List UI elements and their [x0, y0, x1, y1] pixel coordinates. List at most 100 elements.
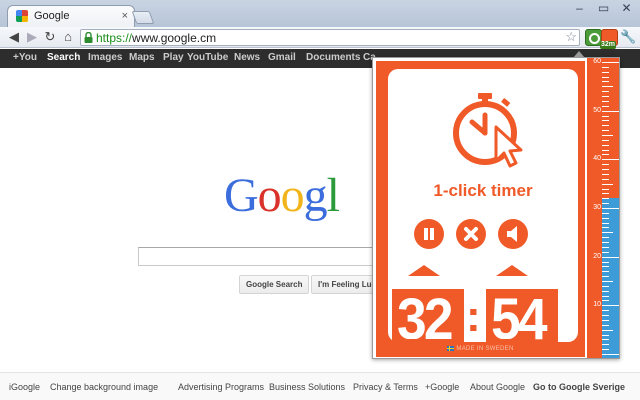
scale-label: 20 — [593, 252, 601, 260]
scale-tick — [602, 242, 609, 244]
gbar-item-news[interactable]: News — [234, 52, 260, 63]
back-icon[interactable]: ◀ — [6, 29, 22, 45]
scale-tick — [602, 105, 609, 107]
stop-button[interactable] — [456, 219, 486, 249]
scale-tick — [602, 261, 609, 263]
search-input[interactable] — [138, 247, 398, 266]
scale-tick — [602, 66, 609, 68]
browser-toolbar: ◀ ▶ ↻ ⌂ https://www.google.cm ☆ 32m 🔧 — [0, 27, 640, 49]
gbar-item-images[interactable]: Images — [88, 52, 122, 63]
gbar-item-documents[interactable]: Documents — [306, 52, 360, 63]
lock-icon — [84, 32, 93, 43]
tab-close-icon[interactable]: × — [122, 9, 128, 23]
scale-tick — [602, 354, 619, 355]
scale-label: 40 — [593, 155, 601, 163]
footer: iGoogle Change background image Advertis… — [0, 372, 640, 400]
gbar-item-you[interactable]: +You — [13, 52, 37, 63]
footer-link-plus-google[interactable]: +Google — [425, 382, 459, 392]
scale-tick — [602, 208, 619, 209]
pause-button[interactable] — [414, 219, 444, 249]
scale-tick — [602, 227, 609, 229]
scale-tick — [602, 198, 609, 200]
scale-tick — [602, 76, 609, 78]
close-window-button[interactable]: ✕ — [613, 0, 640, 18]
stopwatch-icon — [453, 93, 523, 168]
forward-icon[interactable]: ▶ — [24, 29, 40, 45]
minimize-button[interactable]: – — [566, 0, 593, 18]
scale-tick — [602, 173, 609, 175]
gbar-item-gmail[interactable]: Gmail — [268, 52, 296, 63]
footer-link-igoogle[interactable]: iGoogle — [9, 382, 40, 392]
scale-label: 10 — [593, 301, 601, 309]
scale-tick — [602, 276, 609, 278]
footer-link-business[interactable]: Business Solutions — [269, 382, 345, 392]
scale-tick — [602, 154, 609, 156]
timer-card: 1-click timer 32 : 54 MADE IN SWEDEN — [376, 61, 585, 357]
reload-icon[interactable]: ↻ — [42, 29, 58, 45]
timer-extension-button[interactable]: 32m — [600, 29, 618, 49]
scale-tick — [602, 222, 609, 224]
wrench-menu-icon[interactable]: 🔧 — [620, 29, 636, 45]
scale-tick — [602, 139, 609, 141]
gbar-item-play[interactable]: Play — [163, 52, 184, 63]
scale-tick — [602, 120, 609, 122]
footer-link-about[interactable]: About Google — [470, 382, 525, 392]
scale-tick — [602, 178, 609, 180]
gbar-item-maps[interactable]: Maps — [129, 52, 155, 63]
footer-link-privacy[interactable]: Privacy & Terms — [353, 382, 418, 392]
scale-tick — [602, 169, 609, 171]
scale-tick — [602, 188, 609, 190]
speaker-icon — [507, 226, 517, 242]
scale-tick — [602, 349, 609, 351]
timer-badge: 32m — [600, 41, 617, 49]
tab-google[interactable]: Google × — [7, 5, 135, 27]
scale-tick — [602, 344, 609, 346]
scale-tick — [602, 135, 613, 136]
scale-tick — [602, 246, 609, 248]
minutes-up-arrow[interactable] — [408, 265, 440, 276]
scale-tick — [602, 324, 609, 326]
bookmark-star-icon[interactable]: ☆ — [565, 29, 577, 45]
scale-tick — [602, 300, 609, 302]
minute-scale[interactable]: 60 50 40 30 20 10 — [587, 58, 619, 358]
footer-link-advertising[interactable]: Advertising Programs — [178, 382, 264, 392]
google-logo: Googl — [224, 169, 340, 222]
scale-tick — [602, 183, 613, 185]
scale-tick — [602, 164, 609, 166]
timer-title: 1-click timer — [433, 181, 533, 200]
scale-tick — [602, 81, 609, 83]
scale-tick — [602, 130, 609, 132]
address-bar[interactable]: https://www.google.cm ☆ — [80, 29, 580, 46]
scale-tick — [602, 149, 609, 151]
footer-link-background[interactable]: Change background image — [50, 382, 158, 392]
seconds-up-arrow[interactable] — [496, 265, 528, 276]
scale-tick — [602, 315, 609, 317]
home-icon[interactable]: ⌂ — [60, 29, 76, 45]
footer-link-sverige[interactable]: Go to Google Sverige — [533, 382, 625, 392]
scale-tick — [602, 281, 613, 282]
scale-tick — [602, 251, 609, 253]
scale-tick — [602, 266, 609, 268]
tab-title: Google — [34, 10, 70, 22]
tab-strip: Google × – ▭ ✕ — [0, 0, 640, 27]
scale-tick — [602, 310, 609, 312]
google-search-button[interactable]: Google Search — [239, 275, 310, 294]
scale-tick — [602, 334, 609, 336]
gbar-item-search[interactable]: Search — [47, 52, 80, 63]
scale-tick — [602, 232, 613, 234]
url-text: https://www.google.cm — [96, 31, 217, 45]
scale-tick — [602, 256, 619, 258]
made-in-label: MADE IN SWEDEN — [376, 346, 585, 352]
scale-tick — [602, 319, 609, 321]
scale-tick — [602, 125, 609, 127]
scale-tick — [602, 290, 609, 292]
scale-label: 30 — [593, 204, 601, 211]
sound-button[interactable] — [498, 219, 528, 249]
scale-tick — [602, 110, 619, 112]
scale-tick — [602, 339, 609, 341]
new-tab-button[interactable] — [131, 11, 155, 24]
gbar-item-youtube[interactable]: YouTube — [187, 52, 228, 63]
scale-tick — [602, 203, 609, 205]
scale-tick — [602, 237, 609, 239]
scale-tick — [602, 62, 619, 63]
